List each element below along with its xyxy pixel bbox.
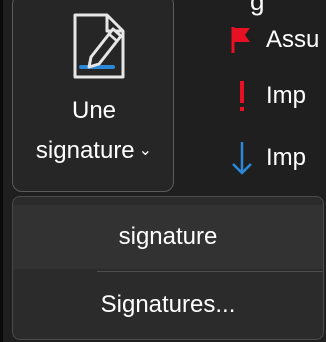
command-low-importance[interactable]: Imp xyxy=(228,138,306,178)
red-flag-icon xyxy=(228,22,256,58)
down-arrow-icon xyxy=(228,140,256,176)
exclamation-icon xyxy=(228,78,256,114)
menu-item-signature[interactable]: signature xyxy=(13,205,323,269)
partial-ribbon-text: g xyxy=(250,0,265,16)
signature-button-label-line1: Une xyxy=(71,97,117,124)
command-important[interactable]: Imp xyxy=(228,76,306,116)
window-edge xyxy=(0,0,3,342)
menu-item-signatures[interactable]: Signatures... xyxy=(13,277,323,333)
command-low-importance-label: Imp xyxy=(266,144,307,171)
signature-dropdown-menu: signature Signatures... xyxy=(12,196,324,340)
signature-button-label-text: signature xyxy=(35,137,135,164)
signature-button[interactable]: Une signature ⌄ xyxy=(12,0,174,192)
signature-pen-icon xyxy=(73,13,125,79)
signature-button-label-line2: signature ⌄ xyxy=(13,137,175,165)
outlook-ribbon-fragment: g Une signature ⌄ Assu Imp Imp signature… xyxy=(0,0,326,342)
command-assign-label: Assu xyxy=(266,26,320,53)
command-important-label: Imp xyxy=(266,82,307,109)
menu-divider xyxy=(97,271,323,272)
command-assign[interactable]: Assu xyxy=(228,20,319,60)
chevron-down-icon[interactable]: ⌄ xyxy=(139,137,152,165)
